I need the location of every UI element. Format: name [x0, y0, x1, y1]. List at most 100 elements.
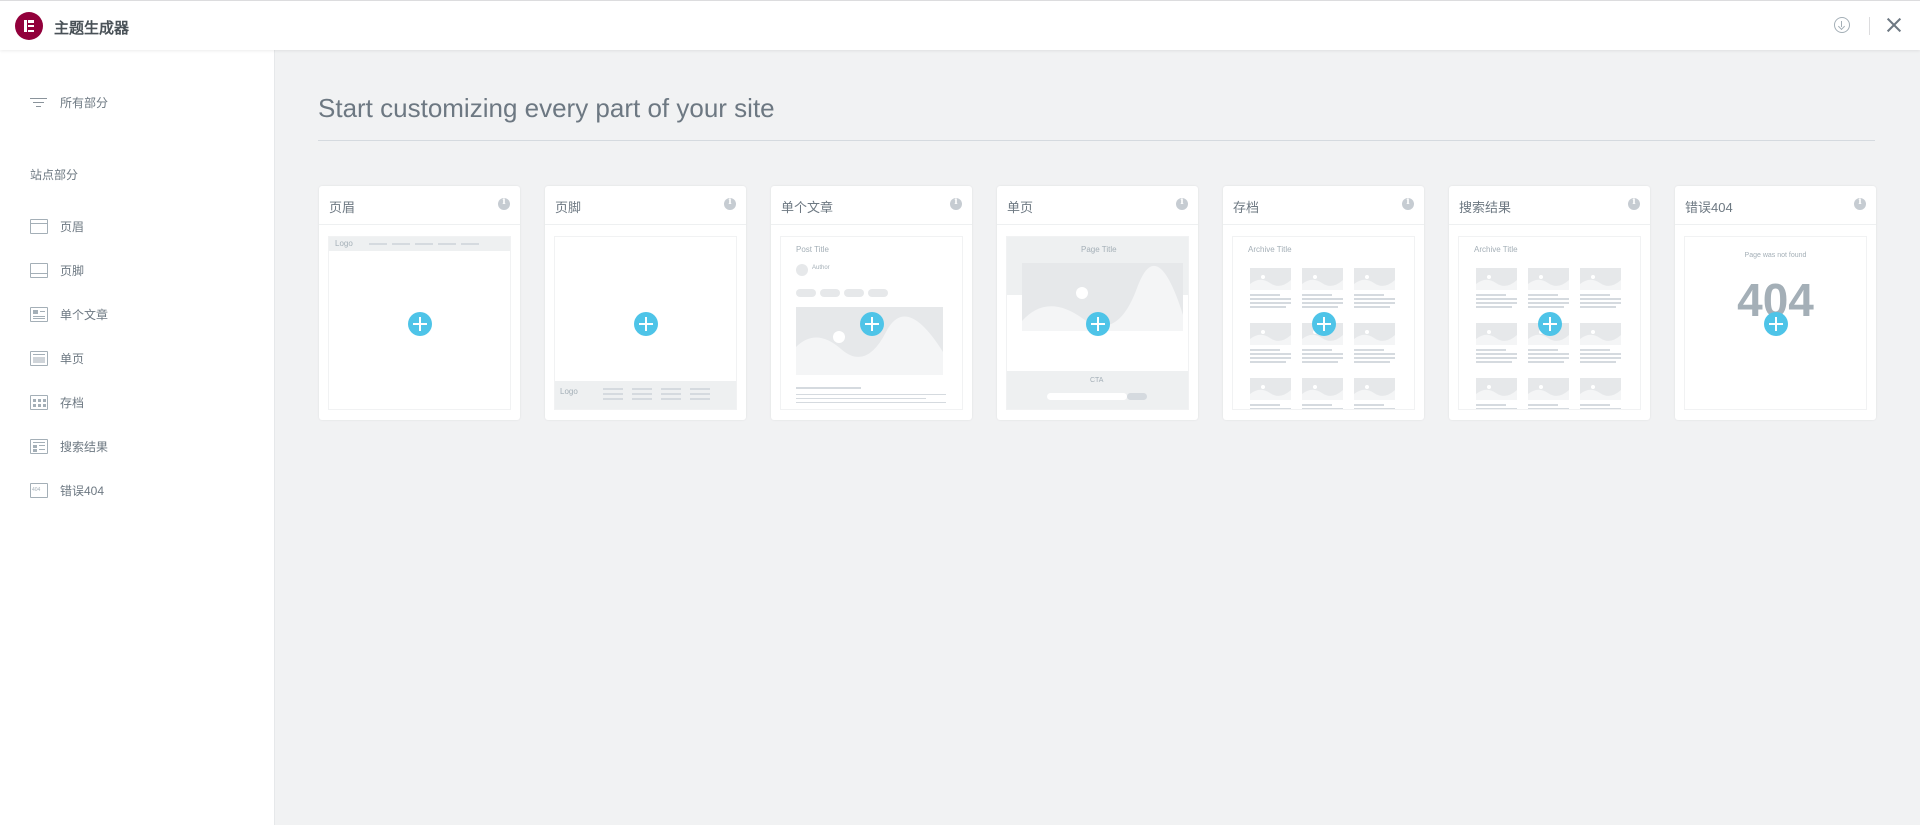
add-template-button[interactable] — [1764, 312, 1788, 336]
sidebar-item-archive[interactable]: 存档 — [30, 392, 84, 412]
thumbnail-image-icon — [1250, 323, 1291, 345]
thumbnail-image-icon — [1528, 268, 1569, 290]
preview-author: Author — [812, 265, 830, 271]
thumbnail-image-icon — [1302, 378, 1343, 400]
close-icon[interactable] — [1886, 17, 1902, 33]
text-line — [1476, 302, 1517, 304]
sidebar-item-single-page[interactable]: 单页 — [30, 348, 84, 368]
thumbnail-image-icon — [1476, 323, 1517, 345]
thumbnail-image-icon — [1354, 323, 1395, 345]
text-line — [1580, 357, 1621, 359]
text-line — [1354, 306, 1390, 308]
thumbnail-image-icon — [1250, 268, 1291, 290]
text-line — [1580, 302, 1621, 304]
sidebar-item-footer[interactable]: 页脚 — [30, 260, 84, 280]
text-line — [1354, 298, 1395, 300]
template-card-search-results[interactable]: 搜索结果 Archive Title — [1449, 186, 1650, 420]
text-line — [1250, 349, 1280, 351]
info-icon[interactable] — [1854, 197, 1866, 210]
text-line — [1250, 361, 1286, 363]
info-icon[interactable] — [950, 197, 962, 210]
title-divider — [318, 140, 1875, 141]
text-line — [1250, 353, 1291, 355]
text-line — [1250, 357, 1291, 359]
text-line — [1250, 408, 1291, 409]
filter-icon — [30, 95, 48, 110]
text-line — [1354, 294, 1384, 296]
text-line — [1354, 353, 1395, 355]
template-card-single-page[interactable]: 单页 Page Title CTA — [997, 186, 1198, 420]
thumbnail-image-icon — [1580, 323, 1621, 345]
info-icon[interactable] — [724, 197, 736, 210]
text-line — [1580, 353, 1621, 355]
text-line — [1302, 357, 1343, 359]
text-line — [1302, 353, 1343, 355]
info-icon[interactable] — [1402, 197, 1414, 210]
text-line — [1528, 361, 1564, 363]
sidebar-item-search-results[interactable]: 搜索结果 — [30, 436, 108, 456]
text-line — [1250, 302, 1291, 304]
info-icon[interactable] — [1176, 197, 1188, 210]
footer-icon — [30, 262, 48, 278]
text-line — [1476, 357, 1517, 359]
text-line — [1302, 294, 1332, 296]
sidebar-item-label: 页眉 — [60, 219, 85, 234]
sidebar-item-label: 所有部分 — [60, 95, 109, 110]
preview-cta-text: CTA — [1090, 377, 1104, 384]
info-icon[interactable] — [498, 197, 510, 210]
info-icon[interactable] — [1628, 197, 1640, 210]
text-line — [1476, 298, 1517, 300]
sidebar-item-error-404[interactable]: 404 错误404 — [30, 480, 104, 500]
preview-archive-title: Archive Title — [1248, 245, 1292, 254]
thumbnail-image-icon — [1580, 268, 1621, 290]
info-download-icon[interactable] — [1834, 17, 1850, 33]
text-line — [1302, 361, 1338, 363]
text-line — [1528, 408, 1569, 409]
sidebar-item-label: 单页 — [60, 351, 85, 366]
add-template-button[interactable] — [408, 312, 432, 336]
sidebar-item-all-parts[interactable]: 所有部分 — [30, 92, 108, 112]
preview-logo-text: Logo — [560, 387, 578, 396]
error-404-icon: 404 — [30, 482, 48, 498]
elementor-logo-icon — [15, 12, 43, 40]
thumbnail-image-icon — [1354, 268, 1395, 290]
text-line — [1250, 404, 1280, 406]
template-card-header[interactable]: 页眉 Logo — [319, 186, 520, 420]
text-line — [1250, 298, 1291, 300]
text-line — [1302, 306, 1338, 308]
text-line — [1476, 361, 1512, 363]
preview-logo-text: Logo — [335, 239, 353, 248]
text-line — [1476, 294, 1506, 296]
app-title: 主题生成器 — [54, 20, 130, 37]
thumbnail-image-icon — [1250, 378, 1291, 400]
text-line — [1528, 302, 1569, 304]
add-template-button[interactable] — [860, 312, 884, 336]
card-title: 错误404 — [1685, 200, 1733, 215]
text-line — [1580, 294, 1610, 296]
sidebar-item-label: 存档 — [60, 395, 85, 410]
template-card-error-404[interactable]: 错误404 Page was not found 404 — [1675, 186, 1876, 420]
sidebar-item-header[interactable]: 页眉 — [30, 216, 84, 236]
add-template-button[interactable] — [634, 312, 658, 336]
template-card-single-post[interactable]: 单个文章 Post Title Author — [771, 186, 972, 420]
add-template-button[interactable] — [1538, 312, 1562, 336]
add-template-button[interactable] — [1312, 312, 1336, 336]
sidebar-item-label: 页脚 — [60, 263, 85, 278]
text-line — [1302, 404, 1332, 406]
card-title: 搜索结果 — [1459, 200, 1512, 215]
text-line — [1580, 298, 1621, 300]
text-line — [1250, 294, 1280, 296]
template-card-footer[interactable]: 页脚 Logo — [545, 186, 746, 420]
text-line — [1302, 302, 1343, 304]
add-template-button[interactable] — [1086, 312, 1110, 336]
text-line — [1580, 349, 1610, 351]
template-card-archive[interactable]: 存档 Archive Title — [1223, 186, 1424, 420]
single-post-icon — [30, 306, 48, 322]
text-line — [1476, 408, 1517, 409]
sidebar-item-single-post[interactable]: 单个文章 — [30, 304, 108, 324]
text-line — [1476, 349, 1506, 351]
text-line — [1580, 306, 1616, 308]
text-line — [1354, 302, 1395, 304]
text-line — [1302, 349, 1332, 351]
single-page-icon — [30, 350, 48, 366]
